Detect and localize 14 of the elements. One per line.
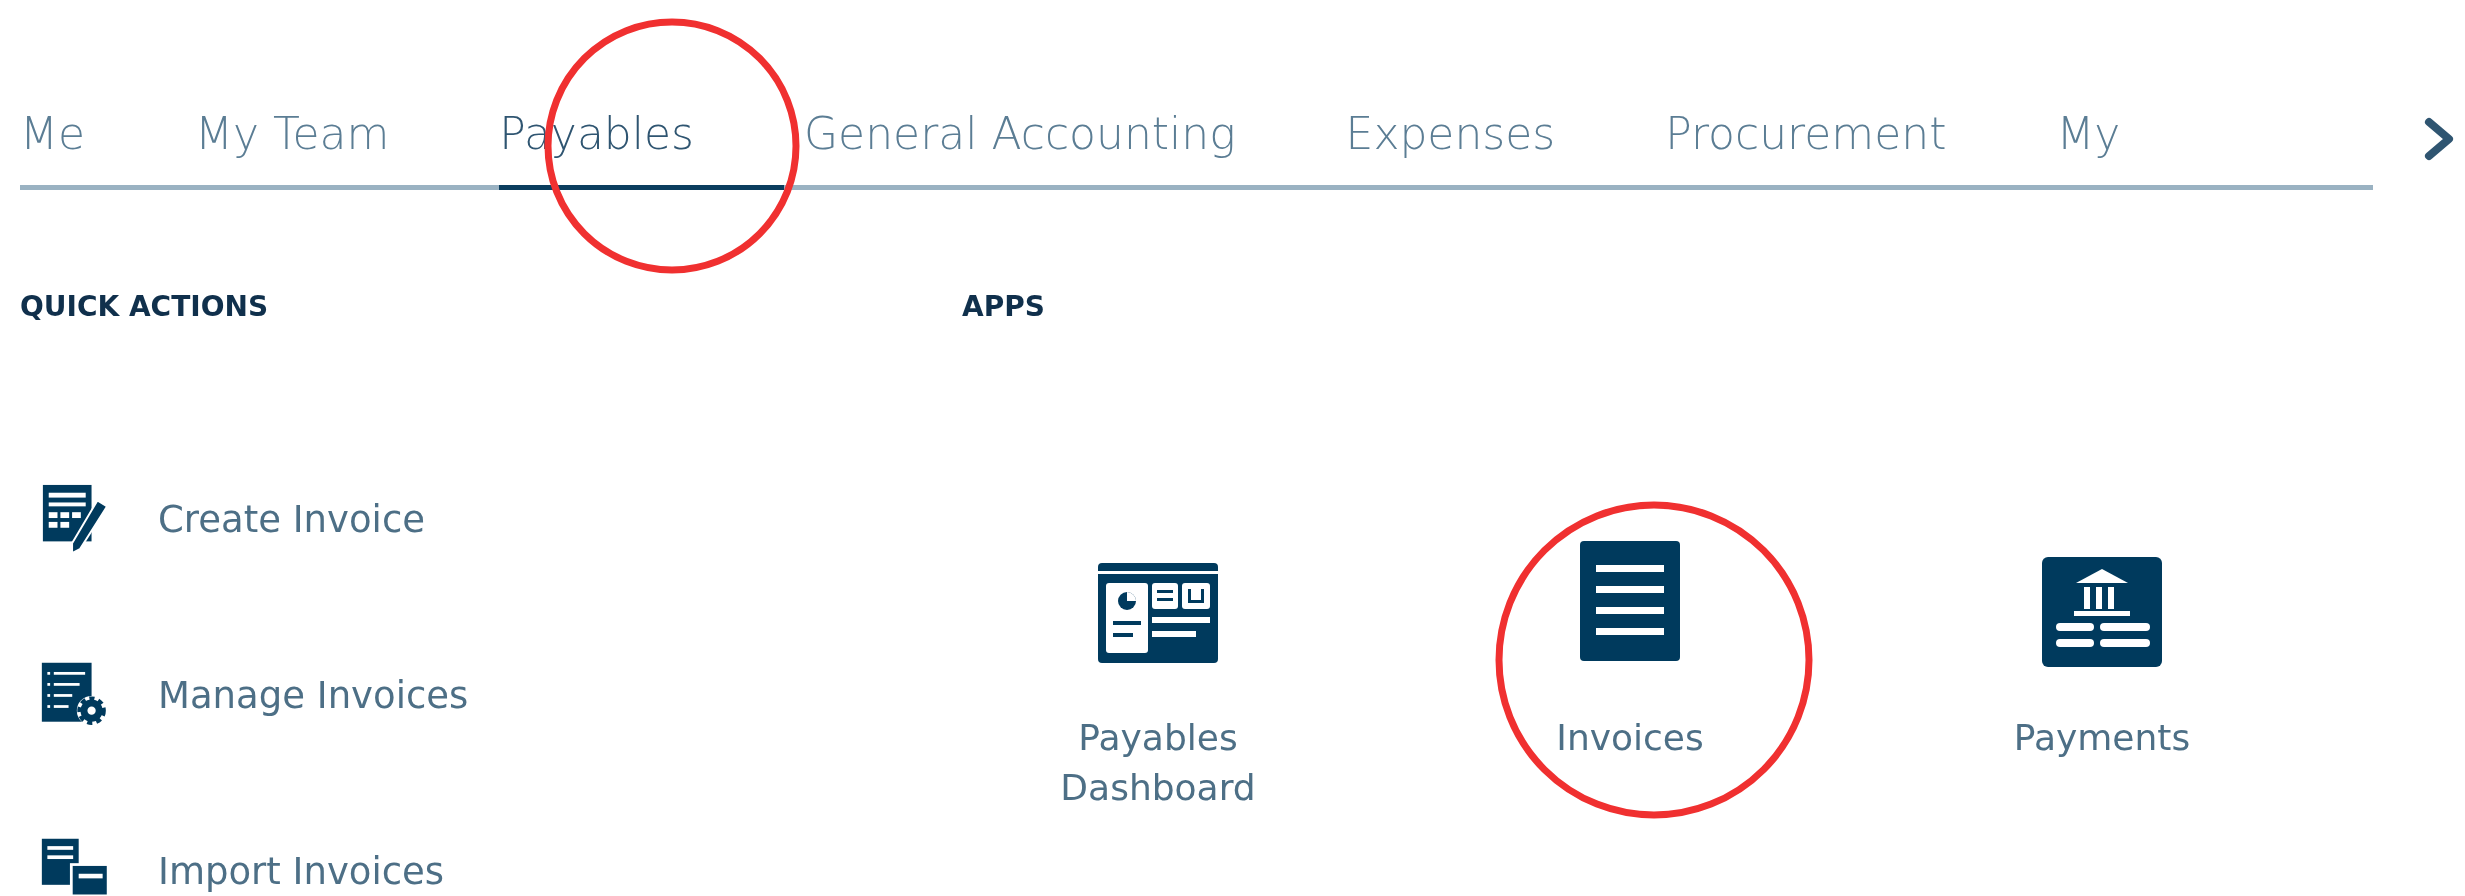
quick-action-link[interactable]: Create Invoice <box>158 497 425 541</box>
quick-action-link[interactable]: Manage Invoices <box>158 673 469 717</box>
nav-tab[interactable]: Expenses <box>1345 108 1556 190</box>
nav-tab[interactable]: My Team <box>195 108 390 190</box>
quick-action-link[interactable]: Import Invoices <box>158 849 445 893</box>
nav-tab[interactable]: Me <box>20 108 86 190</box>
app-label[interactable]: Payments <box>1972 713 2232 763</box>
nav-tab[interactable]: General Accounting <box>804 108 1236 190</box>
nav-tab[interactable]: Procurement <box>1665 108 1947 190</box>
app-label[interactable]: Payables Dashboard <box>1028 713 1288 813</box>
app-label[interactable]: Invoices <box>1500 713 1760 763</box>
nav-tab[interactable]: My <box>2056 108 2121 190</box>
section-heading: APPS <box>962 290 1045 323</box>
section-heading: QUICK ACTIONS <box>20 290 269 323</box>
